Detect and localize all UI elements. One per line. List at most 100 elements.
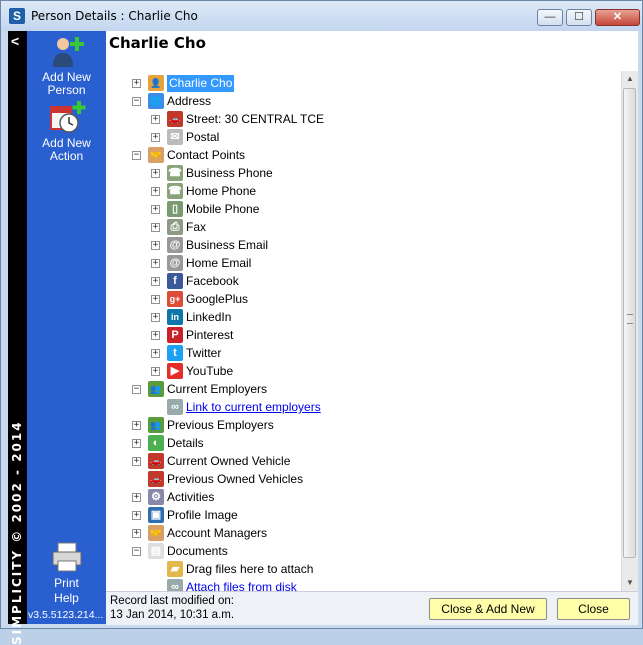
link-icon: ∞ <box>167 399 183 415</box>
tree-node-label: Fax <box>186 220 207 234</box>
tree-node-label: Activities <box>167 490 215 504</box>
tree-node[interactable]: + 🚗 Current Owned Vehicle <box>132 453 552 470</box>
close-button[interactable]: Close <box>557 598 630 620</box>
tree-node-label: Street: 30 CENTRAL TCE <box>186 112 325 126</box>
tree-node[interactable]: + ⚙ Activities <box>132 489 552 506</box>
scroll-up-icon[interactable]: ▲ <box>622 71 638 87</box>
tree-node[interactable]: − ▤ Documents <box>132 543 552 560</box>
tree-node[interactable]: + 👤 Charlie Cho <box>132 75 552 92</box>
collapse-icon[interactable]: − <box>132 547 141 556</box>
tree-node[interactable]: + g+ GooglePlus <box>151 291 571 308</box>
expand-icon[interactable]: + <box>132 421 141 430</box>
tree-node[interactable]: − 👥 Current Employers <box>132 381 552 398</box>
scroll-down-icon[interactable]: ▼ <box>622 575 638 591</box>
expand-icon[interactable]: + <box>151 223 160 232</box>
details-icon: ◐ <box>148 435 164 451</box>
tree-node[interactable]: + ◐ Details <box>132 435 552 452</box>
app-logo-icon: S <box>9 8 25 24</box>
youtube-icon: ▶ <box>167 363 183 379</box>
maximize-button[interactable]: ☐ <box>566 9 592 26</box>
expand-icon[interactable]: + <box>151 187 160 196</box>
scrollbar-thumb[interactable] <box>623 88 636 558</box>
tree-node[interactable]: + ☎ Home Phone <box>151 183 571 200</box>
brand-strip: < SIMPLICITY © 2002 - 2014 <box>8 31 27 645</box>
expand-icon[interactable]: + <box>132 529 141 538</box>
tree-node[interactable]: + P Pinterest <box>151 327 571 344</box>
add-new-action-label: Add New Action <box>42 136 91 163</box>
tree-node[interactable]: ∞ Link to current employers <box>151 399 571 416</box>
printer-icon <box>49 541 85 573</box>
tree-node[interactable]: − 🤝 Contact Points <box>132 147 552 164</box>
close-and-add-new-button[interactable]: Close & Add New <box>429 598 547 620</box>
activities-icon: ⚙ <box>148 489 164 505</box>
expand-icon[interactable]: + <box>151 277 160 286</box>
envelope-icon: ✉ <box>167 129 183 145</box>
close-window-button[interactable]: ✕ <box>595 9 640 26</box>
tree-node[interactable]: + f Facebook <box>151 273 571 290</box>
tree-node[interactable]: + @ Home Email <box>151 255 571 272</box>
person-icon: 👤 <box>148 75 164 91</box>
expand-icon[interactable]: + <box>151 295 160 304</box>
record-modified-date: 13 Jan 2014, 10:31 a.m. <box>110 609 235 621</box>
handshake-icon: 🤝 <box>148 525 164 541</box>
fax-icon: ⎙ <box>167 219 183 235</box>
expand-icon[interactable]: + <box>132 457 141 466</box>
tree-node-label: GooglePlus <box>186 292 249 306</box>
expand-icon[interactable]: + <box>151 313 160 322</box>
tree-node[interactable]: + in LinkedIn <box>151 309 571 326</box>
expand-icon[interactable]: + <box>151 205 160 214</box>
collapse-sidebar-icon[interactable]: < <box>11 33 19 49</box>
expand-icon[interactable]: + <box>151 169 160 178</box>
collapse-icon[interactable]: − <box>132 385 141 394</box>
tree-node-label[interactable]: Link to current employers <box>186 399 321 416</box>
help-button[interactable]: Help <box>27 592 106 605</box>
tree-node-label: Current Owned Vehicle <box>167 454 291 468</box>
tree-node[interactable]: 🚗 Previous Owned Vehicles <box>132 471 552 488</box>
tree-node-label: Postal <box>186 130 220 144</box>
person-details-window: S Person Details : Charlie Cho — ☐ ✕ < S… <box>0 0 643 645</box>
expand-icon[interactable]: + <box>151 133 160 142</box>
tree-node[interactable]: − 🌐 Address <box>132 93 552 110</box>
vertical-scrollbar[interactable]: ▲ ▼ <box>621 71 638 591</box>
tree-node[interactable]: + 👥 Previous Employers <box>132 417 552 434</box>
tree-node[interactable]: + t Twitter <box>151 345 571 362</box>
expand-icon[interactable]: + <box>151 367 160 376</box>
pinterest-icon: P <box>167 327 183 343</box>
tree-node[interactable]: ▰ Drag files here to attach <box>151 561 571 578</box>
expand-icon[interactable]: + <box>151 349 160 358</box>
tree-node[interactable]: + 🤝 Account Managers <box>132 525 552 542</box>
collapse-icon[interactable]: − <box>132 97 141 106</box>
tree-node[interactable]: + ☎ Business Phone <box>151 165 571 182</box>
print-button[interactable]: Print <box>27 541 106 590</box>
linkedin-icon: in <box>167 309 183 325</box>
tree-node[interactable]: + ▯ Mobile Phone <box>151 201 571 218</box>
expand-icon[interactable]: + <box>151 331 160 340</box>
expand-icon[interactable]: + <box>151 259 160 268</box>
car-icon: 🚗 <box>148 453 164 469</box>
expand-icon[interactable]: + <box>132 439 141 448</box>
tree-node[interactable]: + @ Business Email <box>151 237 571 254</box>
add-new-person-button[interactable]: Add New Person <box>27 35 106 97</box>
tree-node[interactable]: + ▶ YouTube <box>151 363 571 380</box>
expand-icon[interactable]: + <box>151 241 160 250</box>
title-bar[interactable]: S Person Details : Charlie Cho — ☐ ✕ <box>1 1 642 31</box>
googleplus-icon: g+ <box>167 291 183 307</box>
expand-icon[interactable]: + <box>132 79 141 88</box>
collapse-icon[interactable]: − <box>132 151 141 160</box>
phone-icon: ☎ <box>167 165 183 181</box>
expand-icon[interactable]: + <box>132 493 141 502</box>
window-title: Person Details : Charlie Cho <box>31 9 198 23</box>
profile-image-icon: ▣ <box>148 507 164 523</box>
facebook-icon: f <box>167 273 183 289</box>
tree-node[interactable]: + ✉ Postal <box>151 129 571 146</box>
tree-node[interactable]: + 🚗 Street: 30 CENTRAL TCE <box>151 111 571 128</box>
tree-node-label: Home Phone <box>186 184 257 198</box>
version-text: v3.5.5123.214... <box>28 609 104 621</box>
add-new-action-button[interactable]: Add New Action <box>27 101 106 163</box>
expand-icon[interactable]: + <box>151 115 160 124</box>
tree-node[interactable]: + ▣ Profile Image <box>132 507 552 524</box>
expand-icon[interactable]: + <box>132 511 141 520</box>
tree-node[interactable]: + ⎙ Fax <box>151 219 571 236</box>
tree-node-label: YouTube <box>186 364 234 378</box>
minimize-button[interactable]: — <box>537 9 563 26</box>
